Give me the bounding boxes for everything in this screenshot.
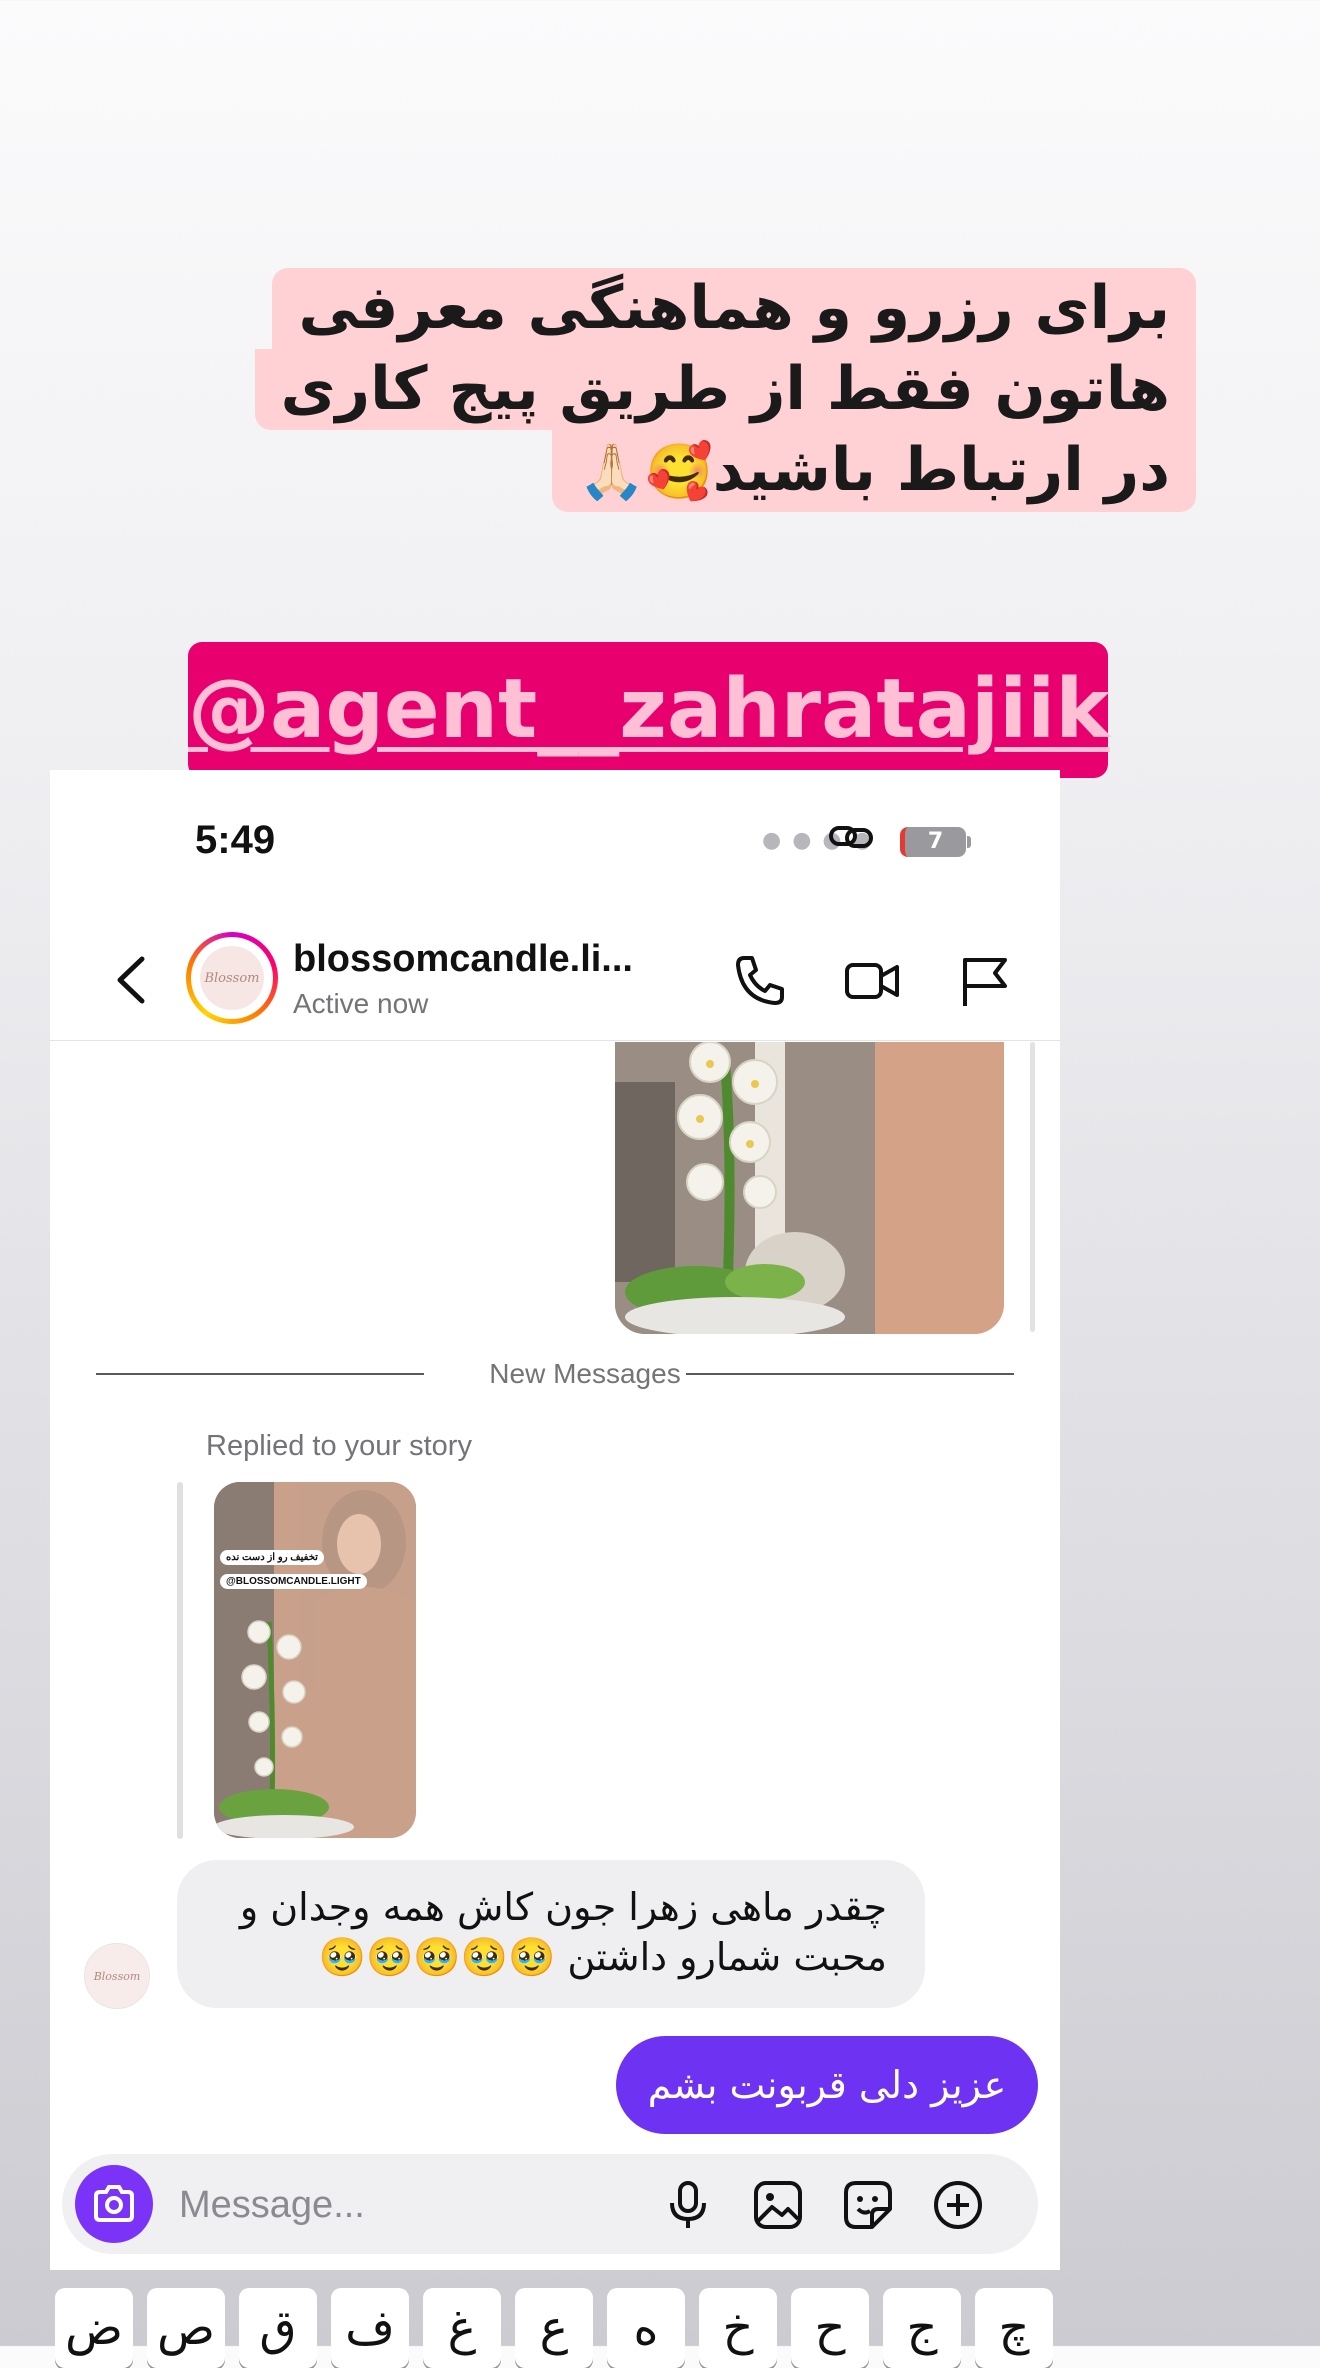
avatar[interactable]: Blossom bbox=[186, 932, 278, 1024]
replied-to-story-label: Replied to your story bbox=[206, 1430, 472, 1462]
keyboard-key[interactable]: ق bbox=[239, 2288, 317, 2368]
add-plus-icon[interactable] bbox=[932, 2179, 984, 2231]
message-composer bbox=[62, 2154, 1038, 2254]
outgoing-message-bubble[interactable]: عزیز دلی قربونت بشم bbox=[616, 2036, 1038, 2134]
status-time: 5:49 bbox=[195, 818, 276, 862]
gallery-image-icon[interactable] bbox=[752, 2179, 804, 2231]
chat-header: Blossom blossomcandle.li... Active now bbox=[50, 920, 1060, 1041]
mention-sticker[interactable]: @agent__zahratajiik bbox=[188, 642, 1110, 778]
back-arrow-icon[interactable] bbox=[112, 955, 152, 1005]
emoji-icon: 🥰🙏🏻 bbox=[578, 440, 713, 503]
keyboard-key[interactable]: ض bbox=[55, 2288, 133, 2368]
camera-icon bbox=[94, 2185, 134, 2222]
microphone-icon[interactable] bbox=[662, 2179, 714, 2231]
keyboard-row: ض ص ق ف غ ع ه خ ح ج چ bbox=[55, 2288, 1075, 2368]
shared-media-image[interactable] bbox=[615, 1042, 1004, 1334]
video-call-icon[interactable] bbox=[842, 950, 902, 1010]
story-thumb-tag-1: تخفیف رو از دست نده bbox=[220, 1550, 324, 1565]
sender-avatar[interactable]: Blossom bbox=[84, 1943, 150, 2009]
phone-call-icon[interactable] bbox=[730, 950, 790, 1010]
keyboard-key[interactable]: ه bbox=[607, 2288, 685, 2368]
chat-screenshot: 5:49 ● ● ● ● 7 Blossom blossomcandle.li.… bbox=[50, 770, 1060, 2270]
keyboard-key[interactable]: ح bbox=[791, 2288, 869, 2368]
message-input[interactable] bbox=[177, 2174, 621, 2236]
keyboard-key[interactable]: چ bbox=[975, 2288, 1053, 2368]
scrollbar[interactable] bbox=[1030, 1042, 1035, 1332]
divider-line-right bbox=[686, 1373, 1014, 1375]
battery-nub bbox=[967, 836, 971, 848]
flag-report-icon[interactable] bbox=[955, 950, 1015, 1010]
keyboard-key[interactable]: ع bbox=[515, 2288, 593, 2368]
sticker-icon[interactable] bbox=[842, 2179, 894, 2231]
keyboard-key[interactable]: ج bbox=[883, 2288, 961, 2368]
story-thumbnail[interactable]: تخفیف رو از دست نده @BLOSSOMCANDLE.LIGHT bbox=[214, 1482, 416, 1838]
story-caption-line-3: در ارتباط باشید🥰🙏🏻 bbox=[552, 430, 1196, 512]
divider-line-left bbox=[96, 1373, 424, 1375]
brand-logo-icon: Blossom bbox=[200, 946, 264, 1010]
keyboard-key[interactable]: غ bbox=[423, 2288, 501, 2368]
story-caption-line-2: هاتون فقط از طریق پیج کاری bbox=[254, 349, 1196, 430]
camera-button[interactable] bbox=[75, 2165, 153, 2243]
new-messages-label: New Messages bbox=[489, 1358, 681, 1389]
avatar-inner: Blossom bbox=[191, 937, 273, 1019]
hotspot-link-icon bbox=[828, 820, 874, 863]
contact-name[interactable]: blossomcandle.li... bbox=[293, 938, 633, 981]
battery-icon: 7 bbox=[900, 827, 966, 857]
story-thumb-tag-2: @BLOSSOMCANDLE.LIGHT bbox=[220, 1574, 367, 1589]
reply-indicator-bar bbox=[177, 1482, 183, 1839]
story-caption-line-1: برای رزرو و هماهنگی معرفی bbox=[272, 268, 1196, 349]
keyboard-key[interactable]: ص bbox=[147, 2288, 225, 2368]
incoming-message-bubble[interactable]: چقدر ماهی زهرا جون کاش همه وجدان و محبت … bbox=[177, 1860, 925, 2008]
story-caption-line-3-text: در ارتباط باشید bbox=[712, 435, 1170, 505]
contact-status: Active now bbox=[293, 988, 429, 1019]
story-caption: برای رزرو و هماهنگی معرفی هاتون فقط از ط… bbox=[206, 268, 1196, 512]
keyboard-key[interactable]: ف bbox=[331, 2288, 409, 2368]
keyboard-key[interactable]: خ bbox=[699, 2288, 777, 2368]
